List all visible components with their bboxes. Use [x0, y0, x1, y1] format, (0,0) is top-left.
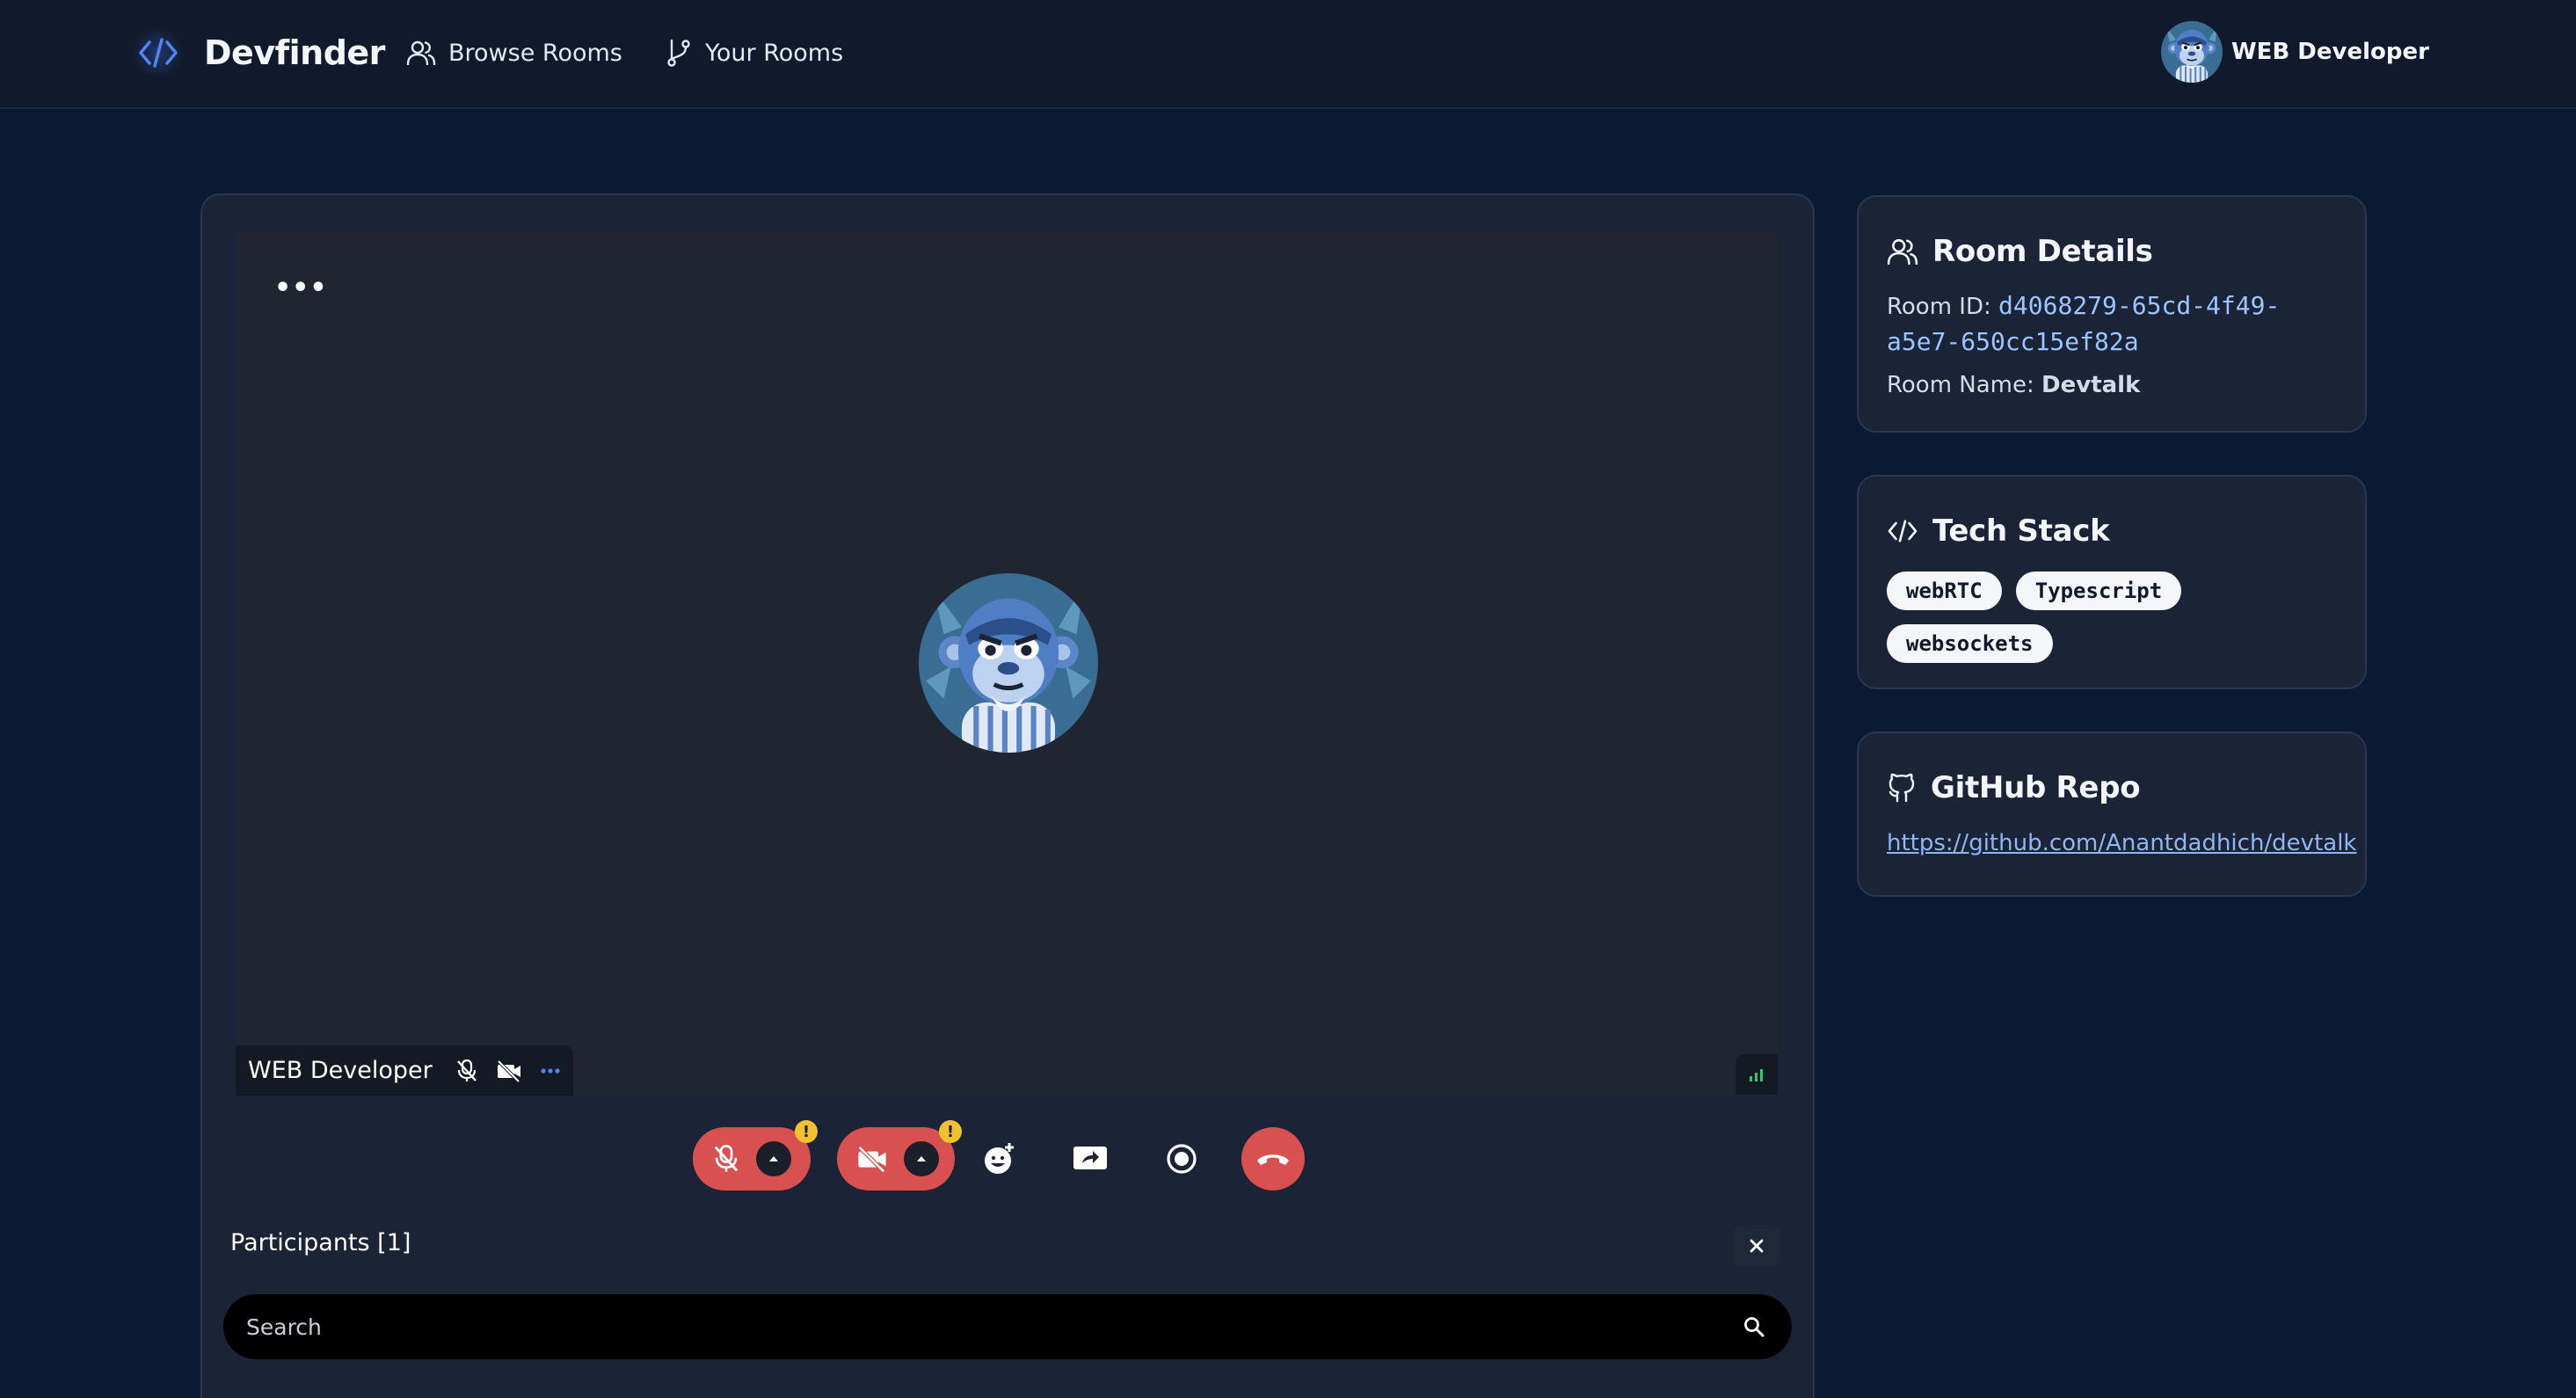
camera-warning-badge: ! — [939, 1120, 962, 1143]
room-name-value: Devtalk — [2041, 372, 2141, 398]
search-icon[interactable] — [1743, 1315, 1765, 1338]
mic-device-menu-button[interactable] — [756, 1141, 791, 1176]
git-branch-icon — [665, 38, 693, 68]
room-details-header: Room Details — [1887, 232, 2337, 271]
user-name: WEB Developer — [2231, 39, 2429, 65]
github-repo-title: GitHub Repo — [1931, 770, 2141, 805]
camera-off-icon — [496, 1059, 522, 1082]
room-id-value-cont: a5e7-650cc15ef82a — [1887, 327, 2139, 356]
close-participants-button[interactable] — [1734, 1226, 1779, 1266]
brand-name: Devfinder — [204, 33, 385, 72]
stage-more-options-button[interactable]: ••• — [274, 273, 328, 303]
video-stage: ••• WEB Developer — [236, 232, 1778, 1096]
github-repo-link[interactable]: https://github.com/Anantdadhich/devtalk — [1887, 830, 2356, 856]
tech-tag[interactable]: Typescript — [2015, 572, 2182, 610]
nav-your-rooms-label: Your Rooms — [705, 39, 844, 67]
nav-your-rooms[interactable]: Your Rooms — [665, 33, 843, 72]
tech-tags: webRTC Typescript websockets — [1887, 572, 2256, 663]
users-icon — [406, 39, 436, 67]
code-icon — [132, 26, 185, 79]
tech-tag[interactable]: websockets — [1887, 624, 2053, 663]
participant-options-button[interactable] — [540, 1067, 561, 1074]
avatar — [2161, 21, 2223, 83]
camera-toggle-button[interactable]: ! — [837, 1120, 962, 1190]
top-navbar: Devfinder Browse Rooms Your Rooms WEB De… — [0, 0, 2576, 109]
end-call-button[interactable] — [1241, 1127, 1305, 1190]
github-repo-panel: GitHub Repo https://github.com/Anantdadh… — [1857, 732, 2367, 897]
record-button[interactable] — [1150, 1127, 1213, 1190]
record-icon — [1165, 1142, 1198, 1176]
participant-name: WEB Developer — [248, 1057, 433, 1084]
github-repo-header: GitHub Repo — [1887, 768, 2337, 807]
brand-logo[interactable]: Devfinder — [132, 26, 385, 79]
mic-off-icon — [455, 1059, 478, 1083]
nav-browse-rooms-label: Browse Rooms — [448, 39, 622, 67]
tech-stack-title: Tech Stack — [1932, 513, 2110, 549]
camera-off-icon — [856, 1145, 888, 1173]
room-id-value: d4068279-65cd-4f49- — [1998, 291, 2281, 320]
room-details-title: Room Details — [1932, 234, 2153, 269]
room-details-panel: Room Details Room ID: d4068279-65cd-4f49… — [1857, 195, 2367, 433]
end-call-icon — [1255, 1149, 1292, 1169]
tech-tag[interactable]: webRTC — [1887, 572, 2002, 610]
participant-avatar — [919, 573, 1098, 753]
users-icon — [1887, 237, 1918, 266]
room-name-row: Room Name: Devtalk — [1887, 368, 2337, 403]
search-input[interactable] — [246, 1314, 1743, 1340]
network-quality-indicator[interactable] — [1736, 1054, 1778, 1095]
nav-browse-rooms[interactable]: Browse Rooms — [406, 33, 622, 72]
participant-name-tag: WEB Developer — [236, 1045, 573, 1096]
call-controls: ! ! — [693, 1120, 1305, 1190]
reaction-icon — [981, 1141, 1016, 1176]
user-profile-menu[interactable]: WEB Developer — [2161, 21, 2429, 83]
participant-search — [223, 1294, 1792, 1359]
mic-toggle-button[interactable]: ! — [693, 1120, 818, 1190]
reaction-button[interactable] — [967, 1127, 1030, 1190]
github-icon — [1887, 772, 1917, 804]
room-id-row: Room ID: d4068279-65cd-4f49- a5e7-650cc1… — [1887, 288, 2337, 360]
close-icon — [1748, 1237, 1765, 1255]
tech-stack-header: Tech Stack — [1887, 512, 2337, 550]
mic-off-icon — [712, 1144, 740, 1174]
room-name-label: Room Name: — [1887, 372, 2042, 398]
screen-share-button[interactable] — [1059, 1127, 1122, 1190]
code-icon — [1887, 518, 1918, 544]
room-id-label: Room ID: — [1887, 294, 1999, 320]
mic-warning-badge: ! — [795, 1120, 818, 1143]
camera-device-menu-button[interactable] — [904, 1141, 939, 1176]
participants-title: Participants [1] — [230, 1229, 411, 1256]
tech-stack-panel: Tech Stack webRTC Typescript websockets — [1857, 475, 2367, 689]
screen-share-icon — [1072, 1144, 1109, 1174]
signal-bars-icon — [1748, 1067, 1765, 1082]
